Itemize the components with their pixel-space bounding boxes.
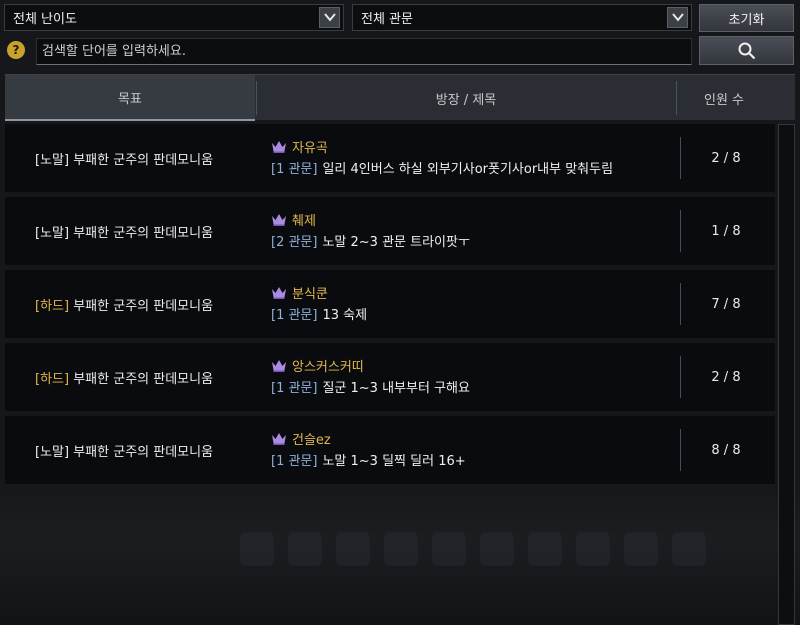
difficulty-select[interactable]: 전체 난이도	[4, 4, 344, 31]
search-icon	[738, 42, 755, 59]
stage-tag: [1 관문]	[271, 161, 318, 177]
leader-line: 앙스커스커띠	[271, 355, 470, 375]
title-cell: 췌제 [2 관문] 노말 2~3 관문 트라이팟ㅜ	[271, 209, 470, 251]
party-title: 노말 1~3 딜찍 딜러 16+	[322, 453, 466, 469]
goal-name: 부패한 군주의 판데모니움	[73, 298, 214, 314]
crown-icon	[272, 360, 286, 372]
goal-cell: [노말] 부패한 군주의 판데모니움	[35, 416, 213, 484]
title-cell: 분식쿤 [1 관문] 13 숙제	[271, 282, 367, 324]
reward-icon	[432, 532, 466, 566]
reward-icon	[240, 532, 274, 566]
column-header-title[interactable]: 방장 / 제목	[257, 75, 675, 121]
reward-icon	[336, 532, 370, 566]
title-cell: 자유곡 [1 관문] 일리 4인버스 하실 외부기사or폿기사or내부 맞춰두림	[271, 136, 613, 178]
party-row[interactable]: [노말] 부패한 군주의 판데모니움 자유곡 [1 관문] 일리 4인버스 하실…	[5, 124, 775, 192]
reward-icon	[624, 532, 658, 566]
difficulty-label: [하드]	[35, 298, 70, 314]
member-count: 7 / 8	[711, 296, 741, 312]
leader-line: 건슬ez	[271, 428, 466, 448]
table-header: 목표 방장 / 제목 인원 수	[5, 74, 795, 121]
party-title-line: [1 관문] 노말 1~3 딜찍 딜러 16+	[271, 448, 466, 470]
background-artwork	[0, 480, 800, 625]
party-title-line: [1 관문] 질군 1~3 내부부터 구해요	[271, 375, 470, 397]
member-count: 1 / 8	[711, 223, 741, 239]
chevron-down-icon[interactable]	[667, 7, 688, 28]
column-header-goal[interactable]: 목표	[5, 75, 255, 121]
chevron-down-icon[interactable]	[319, 7, 340, 28]
reset-button[interactable]: 초기화	[699, 4, 794, 32]
party-row[interactable]: [하드] 부패한 군주의 판데모니움 앙스커스커띠 [1 관문] 질군 1~3 …	[5, 343, 775, 411]
leader-name: 분식쿤	[292, 286, 328, 302]
party-title: 질군 1~3 내부부터 구해요	[322, 380, 470, 396]
leader-line: 분식쿤	[271, 282, 367, 302]
crown-icon	[272, 214, 286, 226]
leader-name: 자유곡	[292, 140, 328, 156]
leader-line: 췌제	[271, 209, 470, 229]
party-title: 일리 4인버스 하실 외부기사or폿기사or내부 맞춰두림	[322, 161, 614, 177]
reward-icon	[672, 532, 706, 566]
party-title-line: [1 관문] 13 숙제	[271, 302, 367, 324]
crown-icon	[272, 287, 286, 299]
party-row[interactable]: [노말] 부패한 군주의 판데모니움 췌제 [2 관문] 노말 2~3 관문 트…	[5, 197, 775, 265]
crown-icon	[272, 141, 286, 153]
help-icon[interactable]: ?	[7, 41, 25, 59]
goal-cell: [노말] 부패한 군주의 판데모니움	[35, 124, 213, 192]
leader-name: 앙스커스커띠	[292, 359, 364, 375]
difficulty-label: [노말]	[35, 152, 70, 168]
goal-name: 부패한 군주의 판데모니움	[73, 225, 214, 241]
title-cell: 건슬ez [1 관문] 노말 1~3 딜찍 딜러 16+	[271, 428, 466, 470]
goal-cell: [하드] 부패한 군주의 판데모니움	[35, 343, 213, 411]
leader-name: 건슬ez	[292, 432, 331, 448]
background-reward-icons	[240, 532, 706, 566]
party-title-line: [1 관문] 일리 4인버스 하실 외부기사or폿기사or내부 맞춰두림	[271, 156, 613, 178]
reward-icon	[384, 532, 418, 566]
goal-name: 부패한 군주의 판데모니움	[73, 444, 214, 460]
stage-tag: [2 관문]	[271, 234, 318, 250]
stage-select[interactable]: 전체 관문	[352, 4, 692, 31]
member-count: 8 / 8	[711, 442, 741, 458]
leader-line: 자유곡	[271, 136, 613, 156]
party-title: 13 숙제	[322, 307, 368, 323]
difficulty-select-value: 전체 난이도	[13, 12, 77, 27]
reward-icon	[576, 532, 610, 566]
stage-tag: [1 관문]	[271, 453, 318, 469]
member-count: 2 / 8	[711, 369, 741, 385]
party-row[interactable]: [노말] 부패한 군주의 판데모니움 건슬ez [1 관문] 노말 1~3 딜찍…	[5, 416, 775, 484]
goal-cell: [노말] 부패한 군주의 판데모니움	[35, 197, 213, 265]
party-list: [노말] 부패한 군주의 판데모니움 자유곡 [1 관문] 일리 4인버스 하실…	[5, 124, 775, 489]
stage-tag: [1 관문]	[271, 307, 318, 323]
reward-icon	[480, 532, 514, 566]
search-button[interactable]	[699, 36, 794, 65]
member-count: 2 / 8	[711, 150, 741, 166]
search-input[interactable]	[36, 38, 692, 65]
stage-select-value: 전체 관문	[361, 12, 413, 27]
party-row[interactable]: [하드] 부패한 군주의 판데모니움 분식쿤 [1 관문] 13 숙제 7 / …	[5, 270, 775, 338]
party-title-line: [2 관문] 노말 2~3 관문 트라이팟ㅜ	[271, 229, 470, 251]
difficulty-label: [하드]	[35, 371, 70, 387]
reward-icon	[288, 532, 322, 566]
goal-name: 부패한 군주의 판데모니움	[73, 371, 214, 387]
reward-icon	[528, 532, 562, 566]
crown-icon	[272, 433, 286, 445]
goal-name: 부패한 군주의 판데모니움	[73, 152, 214, 168]
title-cell: 앙스커스커띠 [1 관문] 질군 1~3 내부부터 구해요	[271, 355, 470, 397]
party-title: 노말 2~3 관문 트라이팟ㅜ	[322, 234, 470, 250]
scrollbar[interactable]	[778, 124, 795, 625]
stage-tag: [1 관문]	[271, 380, 318, 396]
difficulty-label: [노말]	[35, 225, 70, 241]
goal-cell: [하드] 부패한 군주의 판데모니움	[35, 270, 213, 338]
difficulty-label: [노말]	[35, 444, 70, 460]
column-header-count[interactable]: 인원 수	[677, 75, 771, 121]
leader-name: 췌제	[292, 213, 316, 229]
